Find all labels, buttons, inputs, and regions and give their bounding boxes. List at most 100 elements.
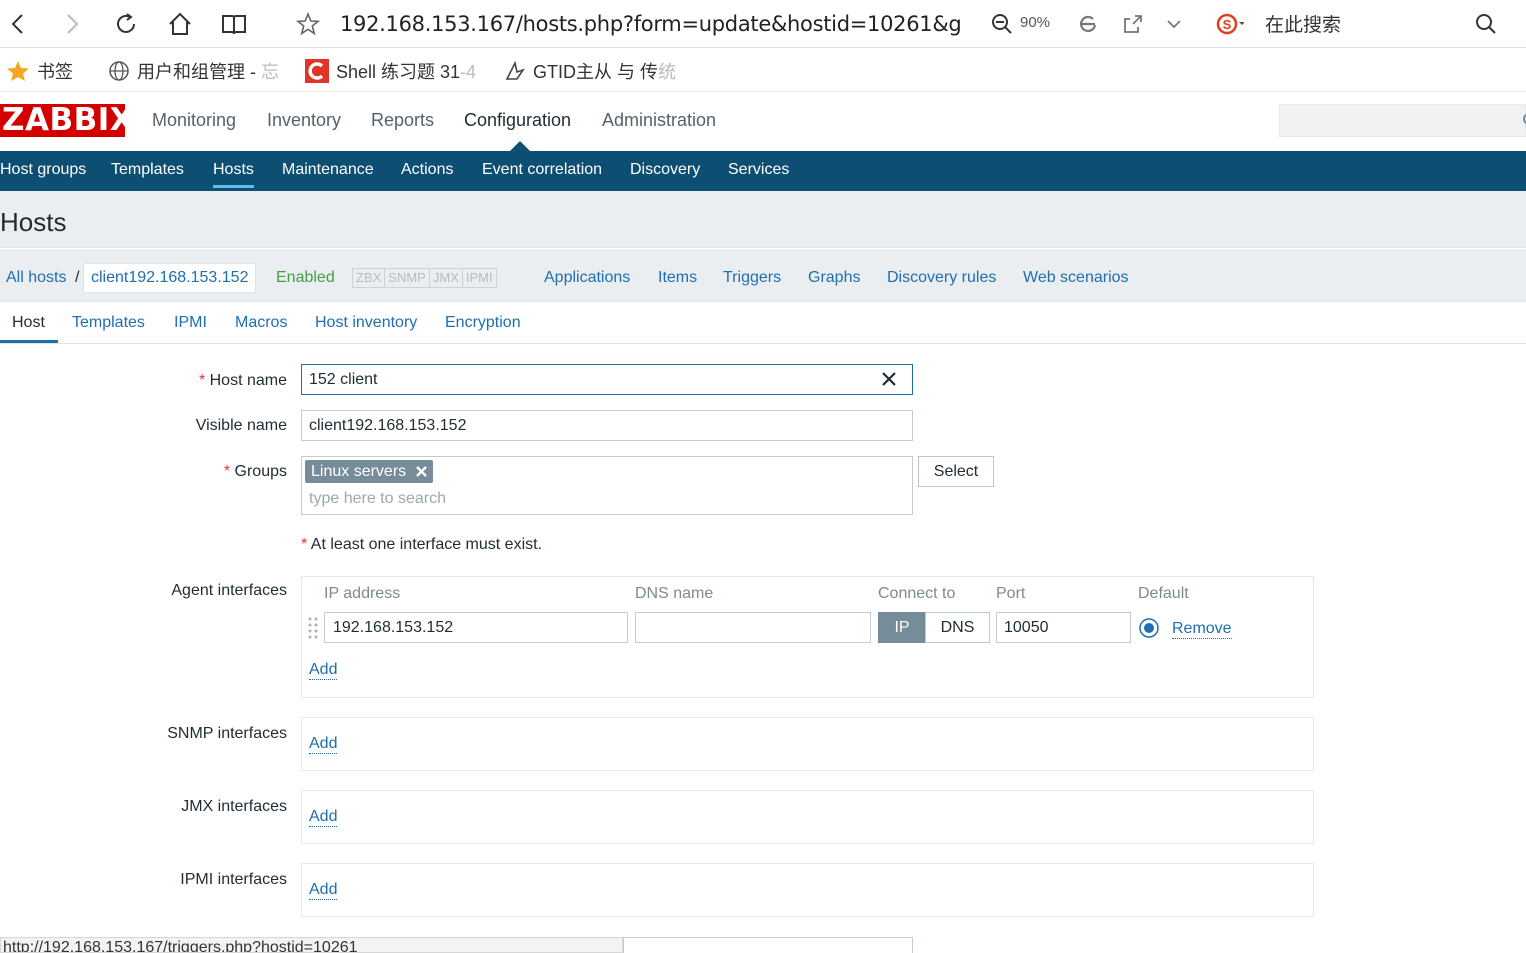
sub-navigation: Host groups Templates Hosts Maintenance … — [0, 151, 1526, 191]
bookmark-item[interactable]: 用户和组管理 - 忘 — [108, 58, 279, 84]
availability-indicators: ZBX SNMP JMX IPMI — [352, 268, 497, 288]
agent-dns-input[interactable] — [635, 612, 871, 643]
host-link-web-scenarios[interactable]: Web scenarios — [1023, 269, 1129, 287]
globe-icon — [109, 61, 129, 81]
tab-host[interactable]: Host — [12, 314, 45, 332]
bookmarks-bar: 书签 用户和组管理 - 忘 Shell 练习题 31-4 GTID主从 与 传统 — [0, 48, 1526, 92]
add-agent-interface-link[interactable]: Add — [309, 661, 338, 680]
tab-templates[interactable]: Templates — [72, 314, 145, 332]
star-icon — [7, 61, 29, 81]
submenu-discovery[interactable]: Discovery — [630, 161, 700, 179]
tab-ipmi[interactable]: IPMI — [174, 314, 207, 332]
add-snmp-interface-link[interactable]: Add — [309, 735, 338, 754]
snmp-interfaces-box — [301, 717, 1314, 771]
agent-interfaces-label: Agent interfaces — [171, 582, 287, 599]
back-icon[interactable] — [0, 6, 36, 42]
bookmark-label-fade: -4 — [460, 62, 477, 82]
connect-dns-button[interactable]: DNS — [925, 612, 990, 643]
home-icon[interactable] — [162, 6, 198, 42]
menu-inventory[interactable]: Inventory — [267, 110, 341, 131]
ipmi-interfaces-box — [301, 863, 1314, 917]
default-interface-radio[interactable] — [1139, 618, 1159, 638]
submenu-actions[interactable]: Actions — [401, 161, 453, 179]
forward-icon[interactable] — [54, 6, 90, 42]
bookmark-label: 用户和组管理 - — [137, 62, 261, 82]
menu-configuration[interactable]: Configuration — [464, 110, 571, 131]
column-dns-name: DNS name — [635, 585, 714, 602]
host-link-graphs[interactable]: Graphs — [808, 269, 860, 287]
remove-interface-link[interactable]: Remove — [1172, 620, 1232, 639]
ie-mode-icon[interactable] — [1070, 6, 1106, 42]
address-bar[interactable]: 192.168.153.167/hosts.php?form=update&ho… — [340, 8, 960, 40]
availability-jmx: JMX — [430, 269, 463, 287]
groups-search-placeholder[interactable]: type here to search — [309, 490, 446, 508]
bookmarks-menu[interactable]: 书签 — [6, 58, 73, 84]
active-tab-indicator — [0, 340, 58, 343]
breadcrumb-host[interactable]: client192.168.153.152 — [83, 263, 257, 293]
share-icon[interactable] — [1115, 6, 1151, 42]
jmx-interfaces-label: JMX interfaces — [181, 798, 287, 815]
bookmark-item[interactable]: Shell 练习题 31-4 — [305, 58, 476, 84]
favorite-star-icon[interactable] — [290, 6, 326, 42]
bookmark-item[interactable]: GTID主从 与 传统 — [504, 58, 676, 84]
drag-handle-icon[interactable] — [308, 616, 318, 640]
group-tag: Linux servers — [305, 460, 434, 483]
zoom-level: 90% — [1020, 14, 1051, 31]
host-link-items[interactable]: Items — [658, 269, 697, 287]
host-name-label: * Host name — [198, 372, 287, 389]
bookmarks-label: 书签 — [37, 62, 73, 82]
active-menu-caret — [510, 141, 530, 151]
agent-port-input[interactable]: 10050 — [996, 612, 1131, 643]
column-ip-address: IP address — [324, 585, 401, 602]
bookmark-label-fade: 统 — [658, 62, 676, 82]
jmx-interfaces-box — [301, 790, 1314, 844]
clear-input-icon[interactable] — [880, 370, 898, 388]
reader-icon[interactable] — [216, 6, 252, 42]
agent-ip-input[interactable]: 192.168.153.152 — [324, 612, 628, 643]
ipmi-interfaces-label: IPMI interfaces — [180, 871, 287, 888]
menu-monitoring[interactable]: Monitoring — [152, 110, 236, 131]
submenu-hosts[interactable]: Hosts — [213, 161, 254, 188]
status-badge[interactable]: Enabled — [276, 269, 335, 287]
search-icon[interactable] — [1468, 6, 1504, 42]
tab-encryption[interactable]: Encryption — [445, 314, 521, 332]
chevron-down-icon[interactable] — [1156, 6, 1192, 42]
availability-zbx: ZBX — [353, 269, 386, 287]
connect-ip-button[interactable]: IP — [878, 612, 926, 643]
add-ipmi-interface-link[interactable]: Add — [309, 881, 338, 900]
global-search-input[interactable] — [1279, 104, 1526, 137]
browser-toolbar: 192.168.153.167/hosts.php?form=update&ho… — [0, 0, 1526, 48]
select-groups-button[interactable]: Select — [918, 456, 994, 487]
title-bar — [0, 191, 1526, 248]
tab-macros[interactable]: Macros — [235, 314, 287, 332]
submenu-host-groups[interactable]: Host groups — [0, 161, 86, 179]
visible-name-input[interactable]: client192.168.153.152 — [301, 410, 913, 441]
zabbix-logo[interactable]: ZABBIX — [0, 104, 125, 137]
host-link-applications[interactable]: Applications — [544, 269, 630, 287]
host-name-input[interactable]: 152 client — [301, 364, 913, 395]
host-link-triggers[interactable]: Triggers — [723, 269, 781, 287]
reload-icon[interactable] — [108, 6, 144, 42]
submenu-event-correlation[interactable]: Event correlation — [482, 161, 602, 179]
search-engine-placeholder[interactable]: 在此搜索 — [1265, 10, 1341, 37]
breadcrumb-separator: / — [75, 269, 80, 286]
host-link-discovery-rules[interactable]: Discovery rules — [887, 269, 996, 287]
menu-administration[interactable]: Administration — [602, 110, 716, 131]
page-title: Hosts — [0, 207, 67, 237]
submenu-templates[interactable]: Templates — [111, 161, 184, 179]
menu-reports[interactable]: Reports — [371, 110, 434, 131]
column-connect-to: Connect to — [878, 585, 956, 602]
breadcrumb-all-hosts[interactable]: All hosts — [6, 269, 66, 287]
submenu-services[interactable]: Services — [728, 161, 789, 179]
bookmark-label-fade: 忘 — [261, 62, 279, 82]
search-icon — [1523, 113, 1526, 125]
tab-host-inventory[interactable]: Host inventory — [315, 314, 417, 332]
add-jmx-interface-link[interactable]: Add — [309, 808, 338, 827]
zoom-icon[interactable] — [984, 6, 1020, 42]
remove-tag-icon[interactable] — [416, 466, 428, 477]
column-default: Default — [1138, 585, 1189, 602]
submenu-maintenance[interactable]: Maintenance — [282, 161, 374, 179]
search-engine-icon[interactable]: S — [1212, 6, 1248, 42]
bookmark-label: Shell 练习题 31 — [336, 62, 461, 82]
partial-input-field[interactable] — [623, 937, 913, 953]
